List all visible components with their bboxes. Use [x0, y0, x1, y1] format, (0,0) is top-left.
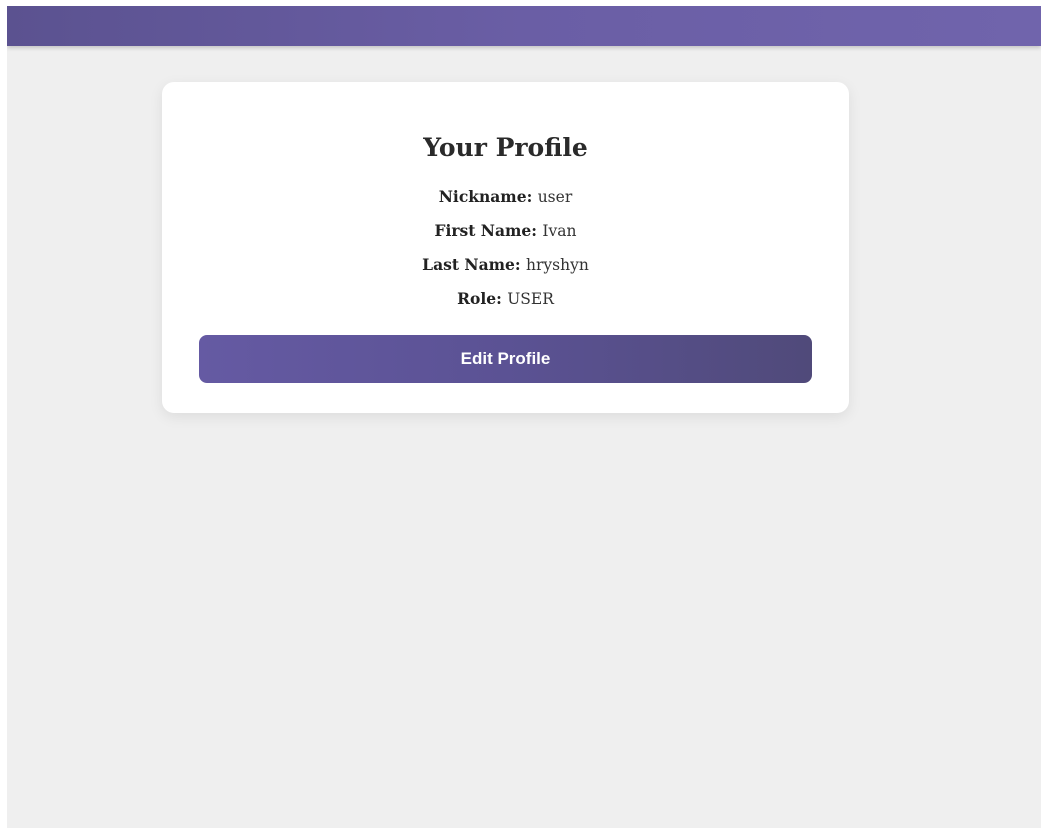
header-bar — [7, 6, 1041, 46]
profile-title: Your Profile — [423, 133, 588, 162]
last-name-label: Last Name: — [422, 255, 526, 274]
edit-profile-button[interactable]: Edit Profile — [199, 335, 812, 383]
profile-card: Your Profile Nickname: user First Name: … — [162, 82, 849, 413]
role-label: Role: — [457, 289, 508, 308]
first-name-label: First Name: — [434, 221, 543, 240]
last-name-value: hryshyn — [526, 256, 589, 274]
last-name-row: Last Name: hryshyn — [162, 254, 849, 276]
first-name-row: First Name: Ivan — [162, 220, 849, 242]
nickname-label: Nickname: — [438, 187, 538, 206]
role-row: Role: USER — [162, 288, 849, 310]
role-value: USER — [507, 290, 554, 308]
page-viewport: Your Profile Nickname: user First Name: … — [7, 6, 1041, 828]
nickname-row: Nickname: user — [162, 186, 849, 208]
nickname-value: user — [537, 188, 573, 206]
first-name-value: Ivan — [542, 222, 577, 240]
